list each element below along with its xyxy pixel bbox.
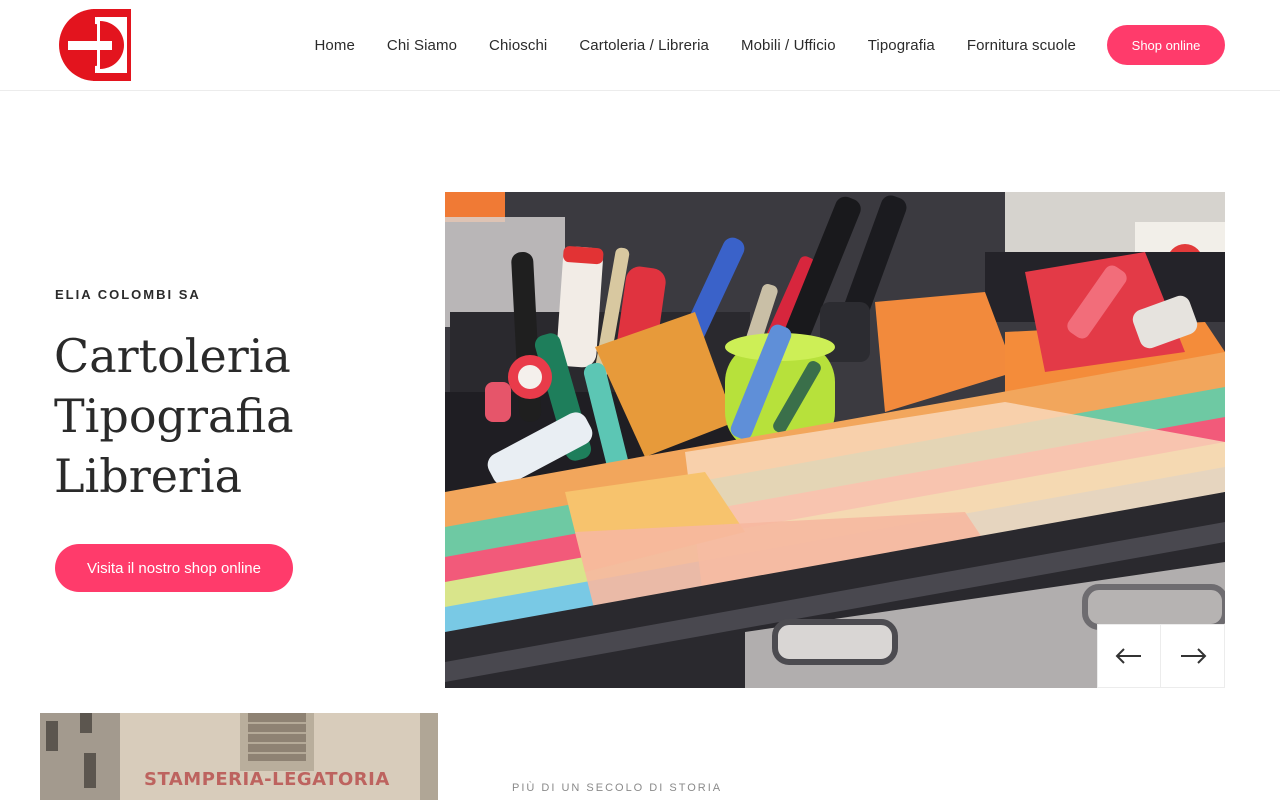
arrow-right-icon <box>1180 648 1206 664</box>
building-photo: STAMPERIA-LEGATORIA <box>40 713 438 800</box>
hero-title-line: Libreria <box>54 449 243 503</box>
building-sign-text: STAMPERIA-LEGATORIA <box>144 769 390 790</box>
nav-mobili-ufficio[interactable]: Mobili / Ufficio <box>741 37 836 54</box>
slider-controls <box>1097 624 1225 688</box>
hero-title-line: Cartoleria <box>54 329 291 383</box>
stationery-photo <box>445 192 1225 688</box>
logo-icon[interactable] <box>58 8 132 82</box>
history-eyebrow: PIÙ DI UN SECOLO DI STORIA <box>512 782 723 794</box>
shop-online-button[interactable]: Shop online <box>1107 25 1225 65</box>
nav-home[interactable]: Home <box>315 37 355 54</box>
visit-shop-button[interactable]: Visita il nostro shop online <box>55 544 293 592</box>
hero-slider-image <box>445 192 1225 688</box>
nav-chi-siamo[interactable]: Chi Siamo <box>387 37 457 54</box>
nav-tipografia[interactable]: Tipografia <box>868 37 935 54</box>
site-header: Home Chi Siamo Chioschi Cartoleria / Lib… <box>0 0 1280 91</box>
nav-fornitura-scuole[interactable]: Fornitura scuole <box>967 37 1076 54</box>
main-nav: Home Chi Siamo Chioschi Cartoleria / Lib… <box>283 25 1225 65</box>
hero-title: Cartoleria Tipografia Libreria <box>54 326 294 506</box>
hero-eyebrow: ELIA COLOMBI SA <box>55 287 201 302</box>
arrow-left-icon <box>1115 648 1141 664</box>
hero-title-line: Tipografia <box>54 389 294 443</box>
history-building-image: STAMPERIA-LEGATORIA <box>40 713 438 800</box>
nav-chioschi[interactable]: Chioschi <box>489 37 547 54</box>
nav-cartoleria-libreria[interactable]: Cartoleria / Libreria <box>579 37 709 54</box>
slider-next-button[interactable] <box>1161 624 1225 688</box>
slider-prev-button[interactable] <box>1097 624 1161 688</box>
